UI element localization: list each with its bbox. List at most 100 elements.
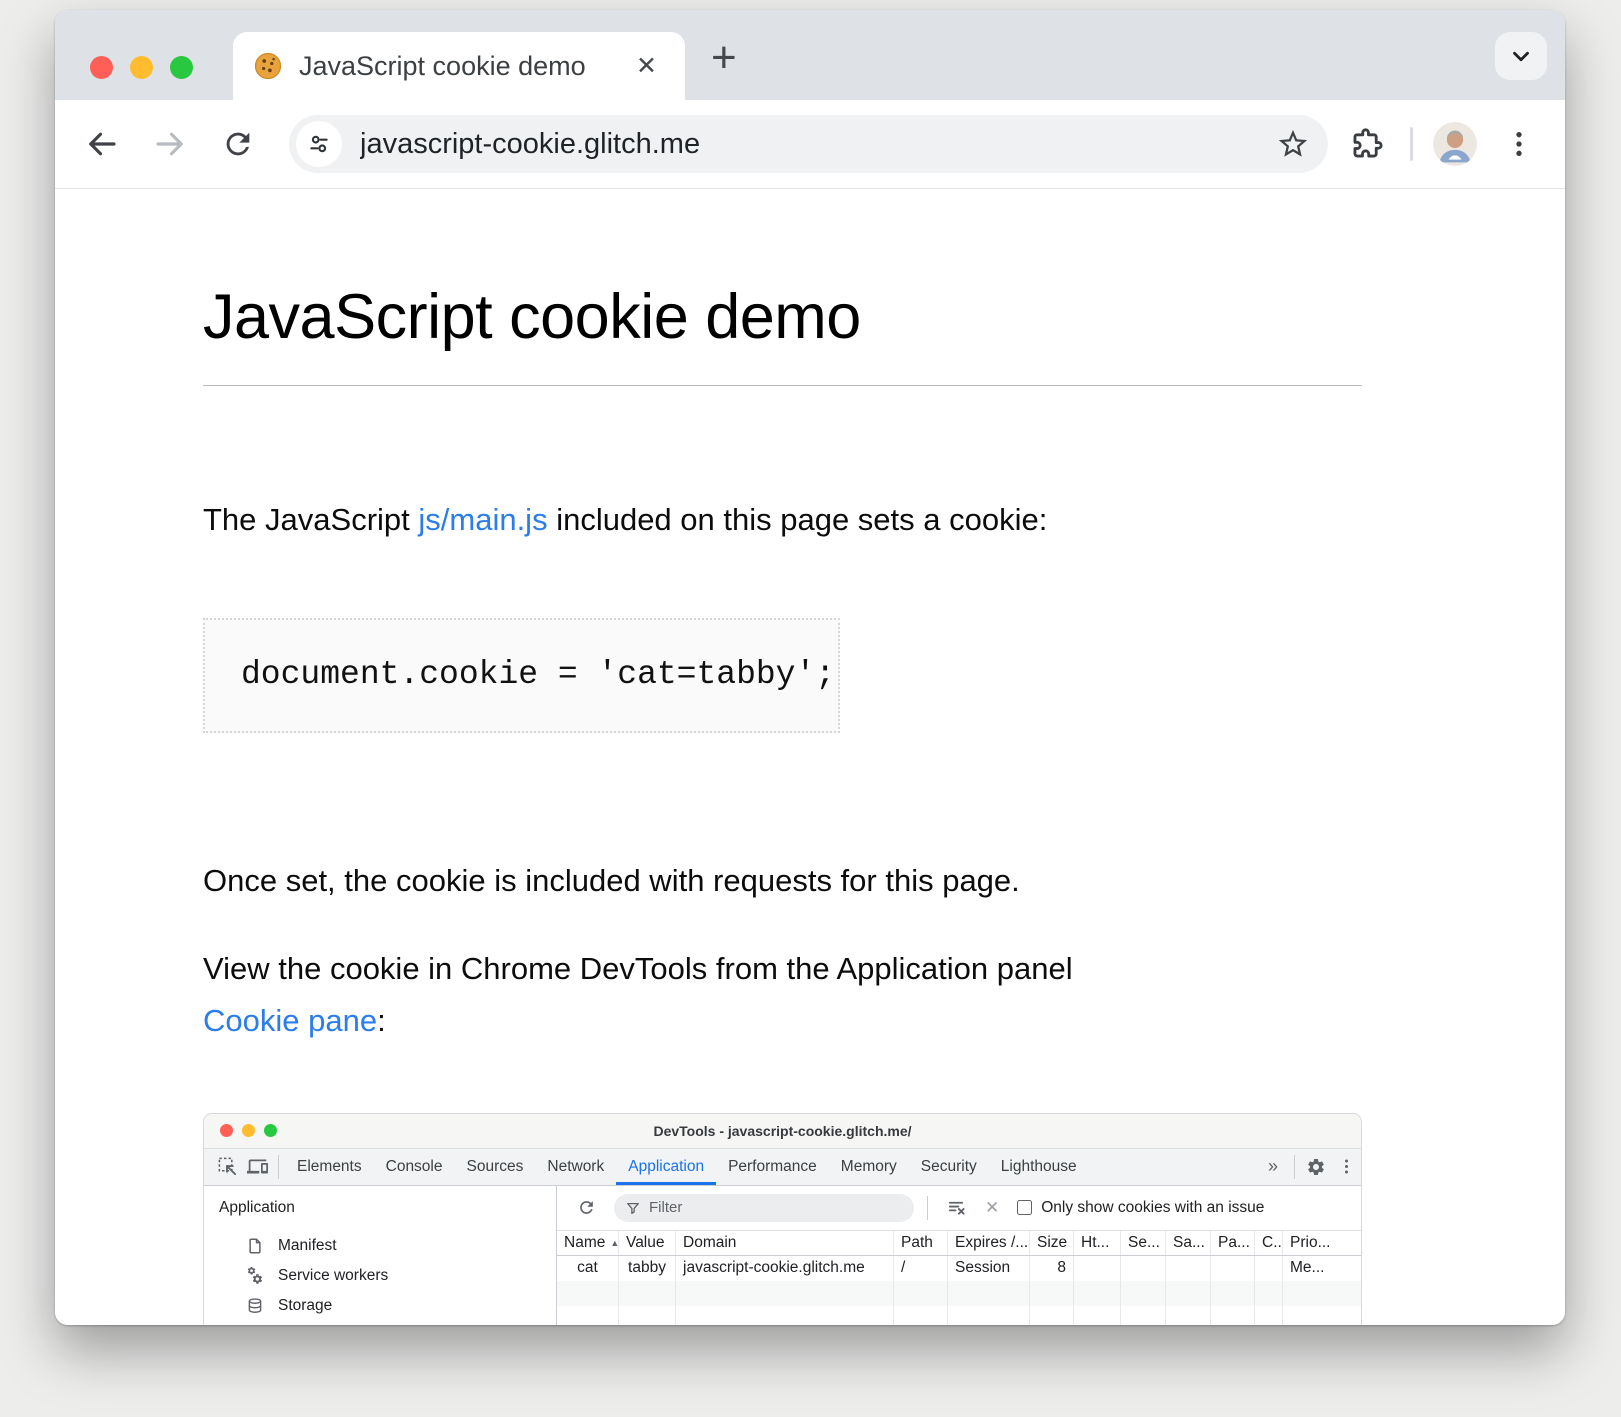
column-header-expires[interactable]: Expires /...	[948, 1231, 1030, 1255]
cell-cross[interactable]	[1255, 1256, 1283, 1281]
column-header-value[interactable]: Value	[619, 1231, 676, 1255]
main-js-link[interactable]: js/main.js	[418, 502, 547, 537]
devtools-tab-performance[interactable]: Performance	[716, 1149, 829, 1185]
cell-priority[interactable]: Me...	[1283, 1256, 1361, 1281]
devtools-settings-button[interactable]	[1301, 1152, 1331, 1182]
column-header-priority[interactable]: Prio...	[1283, 1231, 1361, 1255]
forward-arrow-icon	[152, 126, 188, 162]
sidebar-item-label: Service workers	[278, 1267, 388, 1285]
delete-cookie-button[interactable]: ✕	[981, 1198, 1003, 1218]
extensions-button[interactable]	[1344, 121, 1390, 167]
devtools-tab-security[interactable]: Security	[909, 1149, 989, 1185]
column-header-cross[interactable]: C..	[1255, 1231, 1283, 1255]
cookie-favicon-icon	[253, 51, 283, 81]
new-tab-button[interactable]: +	[703, 36, 745, 80]
cookie-pane-toolbar: Filter ✕ Only show cookies with an issue	[557, 1186, 1361, 1231]
devtools-tab-sources[interactable]: Sources	[455, 1149, 536, 1185]
back-button[interactable]	[79, 121, 125, 167]
forward-button[interactable]	[147, 121, 193, 167]
devtools-tab-elements[interactable]: Elements	[285, 1149, 374, 1185]
devtools-traffic-lights	[220, 1124, 277, 1137]
device-toolbar-icon	[247, 1156, 268, 1177]
cell-domain[interactable]: javascript-cookie.glitch.me	[676, 1256, 894, 1281]
sidebar-item-storage[interactable]: Storage	[204, 1291, 556, 1321]
toolbar-divider	[1410, 127, 1413, 161]
application-sidebar: Application Manifest Service workers	[204, 1186, 557, 1325]
traffic-lights	[90, 56, 193, 79]
code-block: document.cookie = 'cat=tabby';	[203, 618, 840, 733]
site-settings-button[interactable]	[296, 121, 342, 167]
tabbar-divider-right	[1294, 1155, 1295, 1179]
browser-menu-button[interactable]	[1497, 122, 1541, 166]
devtools-tab-lighthouse[interactable]: Lighthouse	[989, 1149, 1089, 1185]
reload-button[interactable]	[215, 121, 261, 167]
inspect-icon	[217, 1156, 238, 1177]
table-header-row: Name▲ Value Domain Path Expires /... Siz…	[557, 1231, 1361, 1256]
tune-icon	[306, 131, 332, 157]
close-window-button[interactable]	[90, 56, 113, 79]
cell-secure[interactable]	[1121, 1256, 1166, 1281]
column-header-domain[interactable]: Domain	[676, 1231, 894, 1255]
devtools-tab-application[interactable]: Application	[616, 1149, 716, 1185]
column-header-secure[interactable]: Se...	[1121, 1231, 1166, 1255]
cell-partition[interactable]	[1211, 1256, 1255, 1281]
cell-httponly[interactable]	[1074, 1256, 1121, 1281]
refresh-icon	[577, 1198, 596, 1217]
cookie-filter-input[interactable]: Filter	[614, 1194, 914, 1222]
view-cookie-colon: :	[377, 1003, 386, 1038]
column-header-name[interactable]: Name▲	[557, 1231, 619, 1255]
column-header-httponly[interactable]: Ht...	[1074, 1231, 1121, 1255]
browser-tab[interactable]: JavaScript cookie demo ✕	[233, 32, 685, 100]
browser-window: JavaScript cookie demo ✕ + javascript-co…	[55, 10, 1565, 1325]
reload-icon	[221, 127, 255, 161]
sidebar-item-label: Storage	[278, 1297, 332, 1315]
kebab-menu-icon	[1503, 128, 1535, 160]
devtools-tab-console[interactable]: Console	[374, 1149, 455, 1185]
page-content: JavaScript cookie demo The JavaScript js…	[55, 189, 1565, 1325]
devtools-tabbar: Elements Console Sources Network Applica…	[204, 1149, 1361, 1186]
cookie-row-cat[interactable]: cat tabby javascript-cookie.glitch.me / …	[557, 1256, 1361, 1281]
column-header-size[interactable]: Size	[1030, 1231, 1074, 1255]
column-header-partition[interactable]: Pa...	[1211, 1231, 1255, 1255]
cell-samesite[interactable]	[1166, 1256, 1211, 1281]
devtools-tab-network[interactable]: Network	[535, 1149, 616, 1185]
device-toolbar-button[interactable]	[242, 1152, 272, 1182]
tab-search-button[interactable]	[1495, 32, 1547, 80]
kebab-menu-icon	[1337, 1157, 1356, 1176]
clear-list-icon	[947, 1198, 966, 1217]
inspect-element-button[interactable]	[212, 1152, 242, 1182]
profile-avatar[interactable]	[1433, 122, 1477, 166]
refresh-cookies-button[interactable]	[571, 1193, 601, 1223]
view-cookie-text: View the cookie in Chrome DevTools from …	[203, 951, 1073, 986]
devtools-menu-button[interactable]	[1331, 1152, 1361, 1182]
table-row-empty	[557, 1281, 1361, 1306]
cookie-pane-link[interactable]: Cookie pane	[203, 1003, 377, 1038]
column-header-path[interactable]: Path	[894, 1231, 948, 1255]
cell-expires[interactable]: Session	[948, 1256, 1030, 1281]
zoom-window-button[interactable]	[170, 56, 193, 79]
gears-icon	[245, 1266, 265, 1285]
tab-close-icon[interactable]: ✕	[632, 50, 661, 83]
cell-value[interactable]: tabby	[619, 1256, 676, 1281]
star-icon	[1276, 127, 1310, 161]
intro-text-after: included on this page sets a cookie:	[548, 502, 1048, 537]
cell-size[interactable]: 8	[1030, 1256, 1074, 1281]
devtools-tab-memory[interactable]: Memory	[829, 1149, 909, 1185]
sidebar-item-service-workers[interactable]: Service workers	[204, 1261, 556, 1291]
once-set-paragraph: Once set, the cookie is included with re…	[203, 863, 1362, 899]
chevron-down-icon	[1508, 43, 1534, 69]
url-bar[interactable]: javascript-cookie.glitch.me	[289, 115, 1328, 173]
avatar-photo	[1433, 122, 1477, 166]
more-tabs-button[interactable]: »	[1258, 1156, 1288, 1177]
bookmark-button[interactable]	[1276, 127, 1310, 161]
issues-checkbox[interactable]	[1017, 1200, 1032, 1215]
sidebar-item-manifest[interactable]: Manifest	[204, 1231, 556, 1261]
minimize-window-button[interactable]	[130, 56, 153, 79]
clear-all-cookies-button[interactable]	[941, 1193, 971, 1223]
cell-name[interactable]: cat	[557, 1256, 619, 1281]
devtools-zoom-button	[264, 1124, 277, 1137]
cell-path[interactable]: /	[894, 1256, 948, 1281]
column-header-samesite[interactable]: Sa...	[1166, 1231, 1211, 1255]
extensions-puzzle-icon	[1350, 127, 1384, 161]
url-text[interactable]: javascript-cookie.glitch.me	[360, 128, 1276, 161]
